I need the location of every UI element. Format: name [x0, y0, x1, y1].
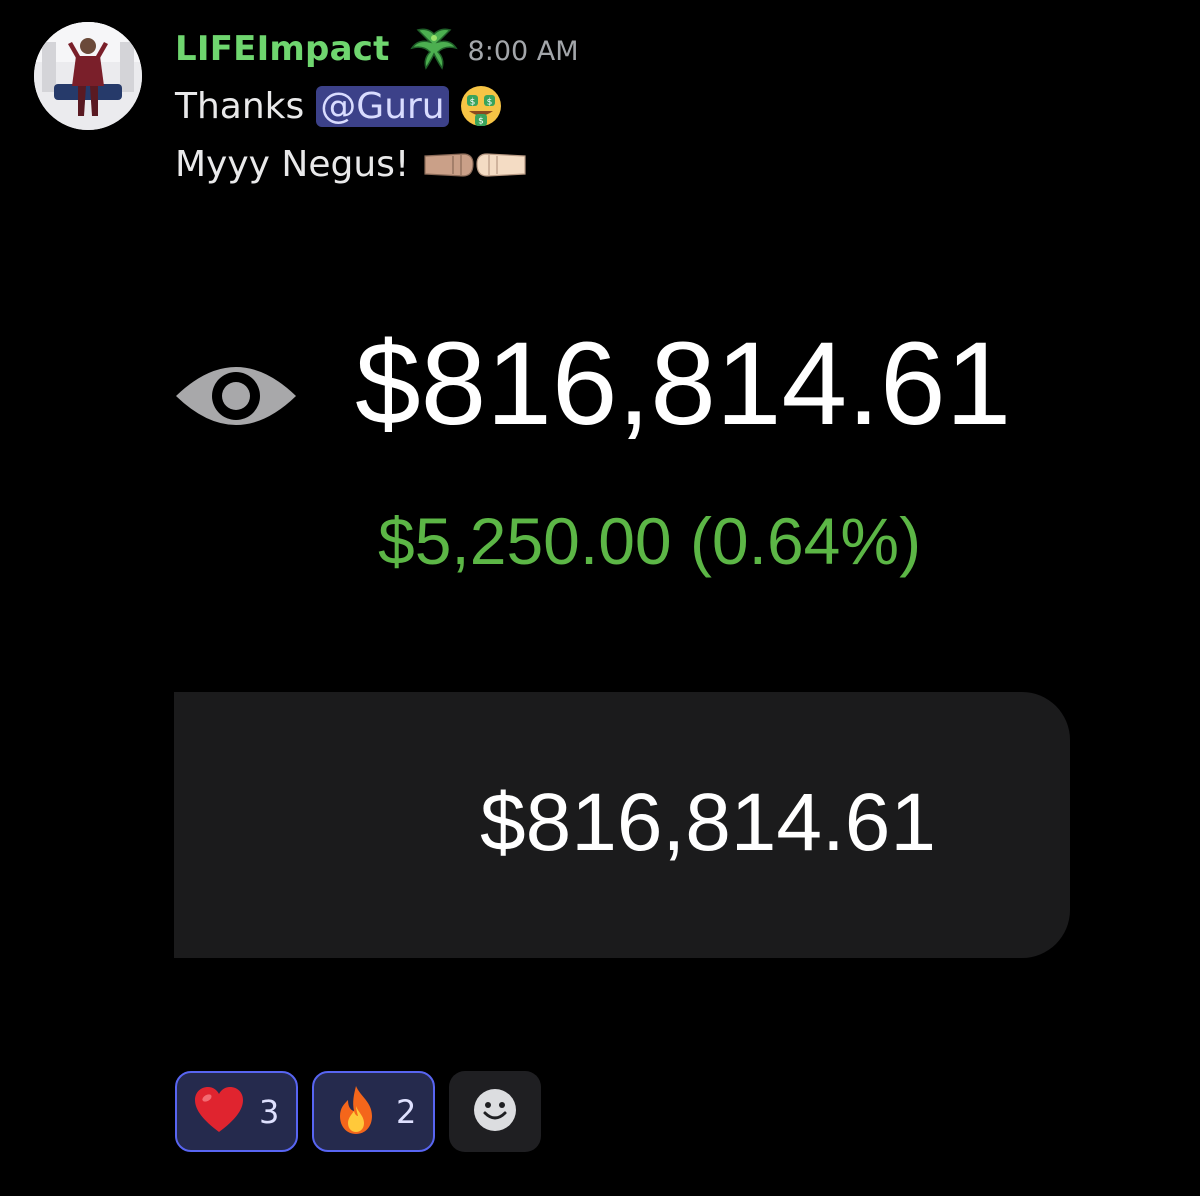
chat-message: LIFEImpact 8:00 AM Thanks @Guru $ $ $ My… — [0, 0, 1200, 1196]
account-balance: $816,814.61 — [355, 318, 1012, 450]
money-mouth-face-icon: $ $ $ — [459, 84, 503, 128]
reaction-heart[interactable]: 3 — [175, 1071, 298, 1152]
smiley-add-reaction-icon — [471, 1086, 519, 1138]
reaction-fire[interactable]: 2 — [312, 1071, 435, 1152]
bubble-balance: $816,814.61 — [480, 777, 937, 868]
add-reaction-button[interactable] — [449, 1071, 541, 1152]
reactions-bar: 3 2 — [175, 1071, 541, 1152]
reaction-count: 2 — [396, 1092, 417, 1131]
svg-text:$: $ — [486, 98, 492, 108]
timestamp: 8:00 AM — [467, 35, 579, 67]
message-line-1: Thanks @Guru $ $ $ — [175, 82, 503, 130]
eye-icon[interactable] — [174, 350, 298, 442]
message-text: Thanks — [175, 85, 305, 127]
message-line-2: Myyy Negus! — [175, 140, 531, 188]
message-text: Myyy Negus! — [175, 143, 410, 185]
reaction-count: 3 — [259, 1092, 280, 1131]
message-header: LIFEImpact 8:00 AM — [175, 26, 579, 72]
user-mention[interactable]: @Guru — [316, 85, 449, 127]
fire-icon — [330, 1084, 382, 1140]
svg-text:$: $ — [478, 117, 484, 127]
svg-text:$: $ — [469, 98, 475, 108]
balance-change: $5,250.00 (0.64%) — [378, 504, 922, 578]
fist-bump-icon — [419, 142, 531, 186]
avatar[interactable] — [34, 22, 142, 130]
heart-icon — [193, 1086, 245, 1138]
phoenix-icon[interactable] — [408, 26, 460, 72]
username[interactable]: LIFEImpact — [175, 29, 390, 69]
